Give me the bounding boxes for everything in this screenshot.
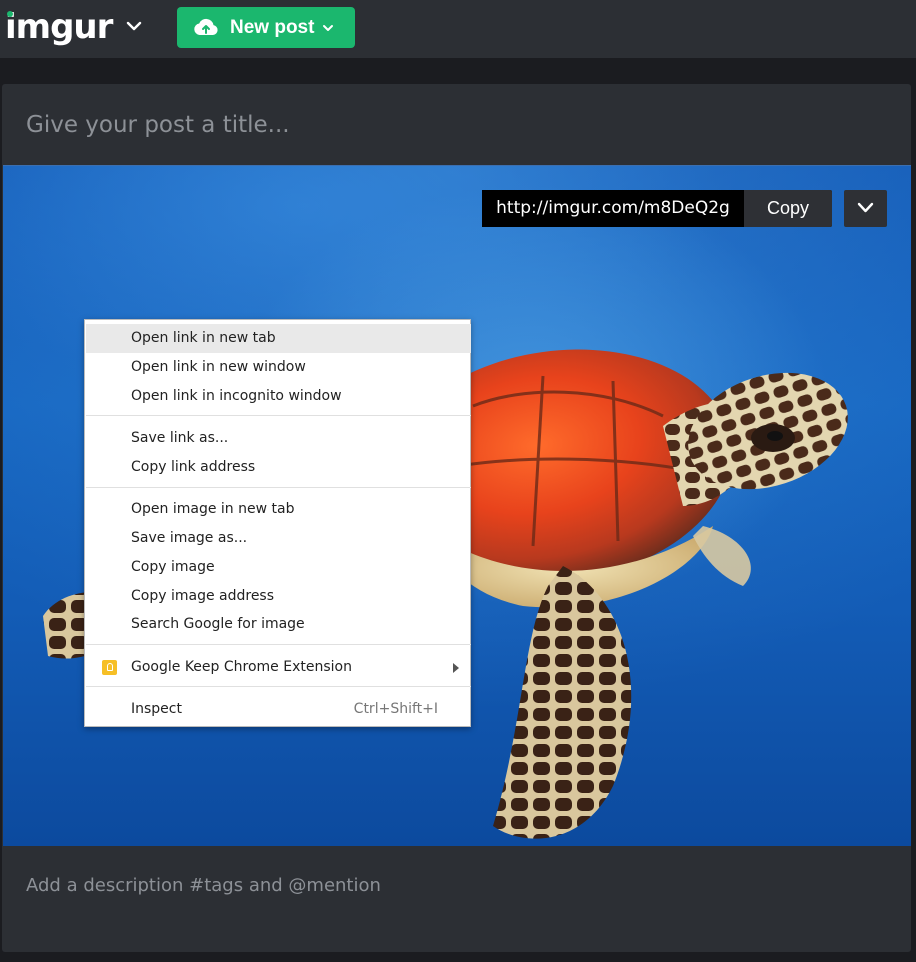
menu-item-google-keep[interactable]: Google Keep Chrome Extension [86, 653, 471, 682]
inspect-shortcut: Ctrl+Shift+I [353, 701, 438, 717]
menu-item-open-image-new-tab[interactable]: Open image in new tab [86, 495, 471, 524]
copy-url-button[interactable]: Copy [744, 190, 832, 227]
menu-item-save-image-as[interactable]: Save image as... [86, 524, 471, 553]
menu-separator [86, 487, 471, 488]
chevron-down-icon [857, 202, 874, 213]
logo-dot-icon [7, 11, 13, 17]
more-options-button[interactable] [844, 190, 887, 227]
menu-separator [86, 686, 471, 687]
new-post-button[interactable]: New post [177, 7, 355, 48]
menu-item-google-keep-label: Google Keep Chrome Extension [131, 659, 352, 675]
menu-item-inspect[interactable]: Inspect Ctrl+Shift+I [86, 695, 471, 724]
menu-item-copy-image-address[interactable]: Copy image address [86, 582, 471, 611]
chevron-down-icon[interactable] [321, 21, 335, 35]
chevron-down-icon[interactable] [124, 16, 144, 36]
menu-item-open-link-new-tab[interactable]: Open link in new tab [86, 324, 471, 353]
menu-item-copy-link-address[interactable]: Copy link address [86, 453, 471, 482]
share-url-field[interactable]: http://imgur.com/m8DeQ2g [482, 190, 744, 227]
submenu-arrow-icon [453, 663, 459, 673]
menu-item-open-link-incognito[interactable]: Open link in incognito window [86, 382, 471, 411]
top-bar: imgur New post [0, 0, 916, 58]
menu-item-inspect-label: Inspect [131, 701, 182, 717]
post-title-input[interactable] [26, 108, 886, 142]
context-menu: Open link in new tab Open link in new wi… [84, 319, 471, 727]
share-url-box: http://imgur.com/m8DeQ2g Copy [482, 190, 832, 227]
menu-item-search-google-image[interactable]: Search Google for image [86, 610, 471, 639]
google-keep-icon [102, 660, 117, 675]
menu-separator [86, 415, 471, 416]
cloud-upload-icon [193, 17, 219, 37]
menu-separator [86, 644, 471, 645]
new-post-label: New post [230, 17, 315, 38]
menu-item-save-link-as[interactable]: Save link as... [86, 424, 471, 453]
menu-item-copy-image[interactable]: Copy image [86, 553, 471, 582]
post-description-input[interactable] [26, 872, 886, 898]
imgur-logo[interactable]: imgur [5, 7, 113, 47]
menu-item-open-link-new-window[interactable]: Open link in new window [86, 353, 471, 382]
